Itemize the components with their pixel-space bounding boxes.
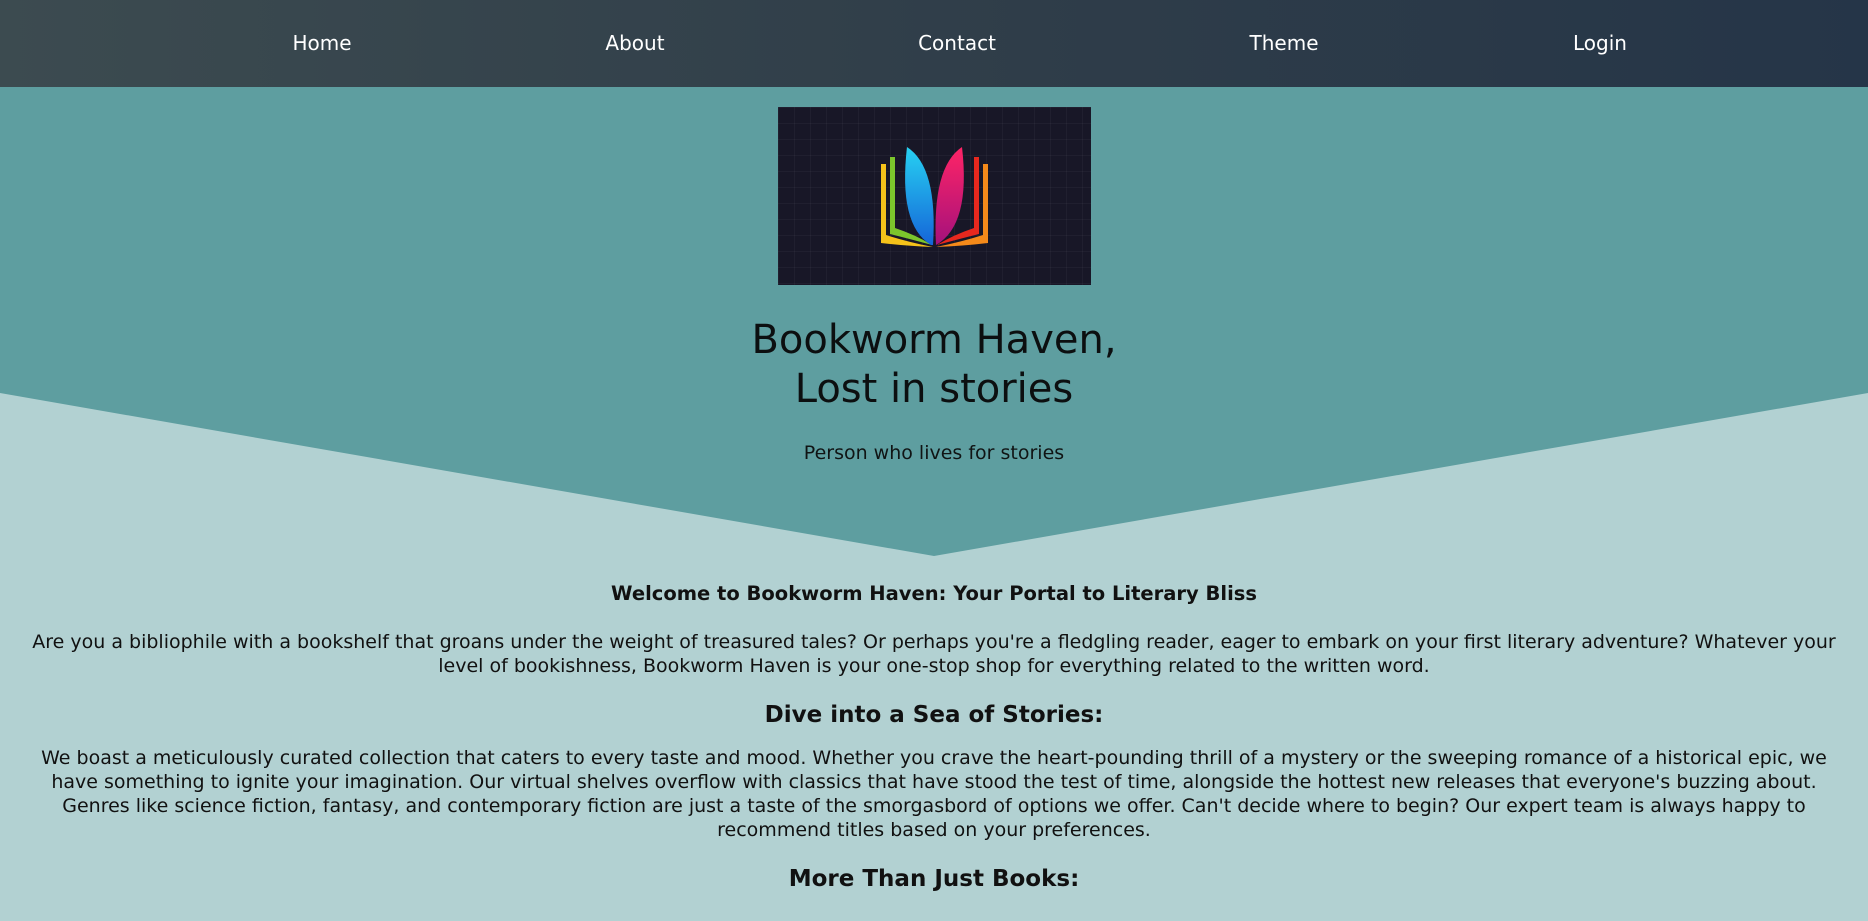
hero-title-line-2: Lost in stories <box>794 366 1074 412</box>
intro-line: Are you a bibliophile with a bookshelf t… <box>32 631 1836 653</box>
hero-title-line-1: Bookworm Haven, <box>751 317 1117 363</box>
stories-line: We boast a meticulously curated collecti… <box>41 747 1827 769</box>
nav-about-link[interactable]: About <box>605 0 664 87</box>
stories-line: recommend titles based on your preferenc… <box>717 819 1151 841</box>
stories-line: Genres like science fiction, fantasy, an… <box>62 795 1806 817</box>
top-navigation-bar: Home About Contact Theme Login <box>0 0 1868 87</box>
intro-line: level of bookishness, Bookworm Haven is … <box>438 655 1430 677</box>
welcome-heading: Welcome to Bookworm Haven: Your Portal t… <box>611 582 1257 605</box>
nav-home-link[interactable]: Home <box>292 0 351 87</box>
stories-line: have something to ignite your imaginatio… <box>51 771 1817 793</box>
hero-title: Bookworm Haven, Lost in stories <box>534 316 1334 414</box>
section-heading-more: More Than Just Books: <box>788 866 1080 892</box>
intro-paragraph: Are you a bibliophile with a bookshelf t… <box>0 630 1868 678</box>
main-content: Welcome to Bookworm Haven: Your Portal t… <box>0 580 1868 910</box>
stories-paragraph: We boast a meticulously curated collecti… <box>0 746 1868 842</box>
hero-subtitle: Person who lives for stories <box>803 442 1065 464</box>
site-logo <box>778 107 1091 285</box>
page: Home About Contact Theme Login Bookworm … <box>0 0 1868 921</box>
open-book-icon <box>881 147 988 247</box>
section-heading-stories: Dive into a Sea of Stories: <box>764 702 1104 728</box>
nav-theme-link[interactable]: Theme <box>1250 0 1319 87</box>
nav-contact-link[interactable]: Contact <box>918 0 996 87</box>
nav-login-link[interactable]: Login <box>1573 0 1627 87</box>
